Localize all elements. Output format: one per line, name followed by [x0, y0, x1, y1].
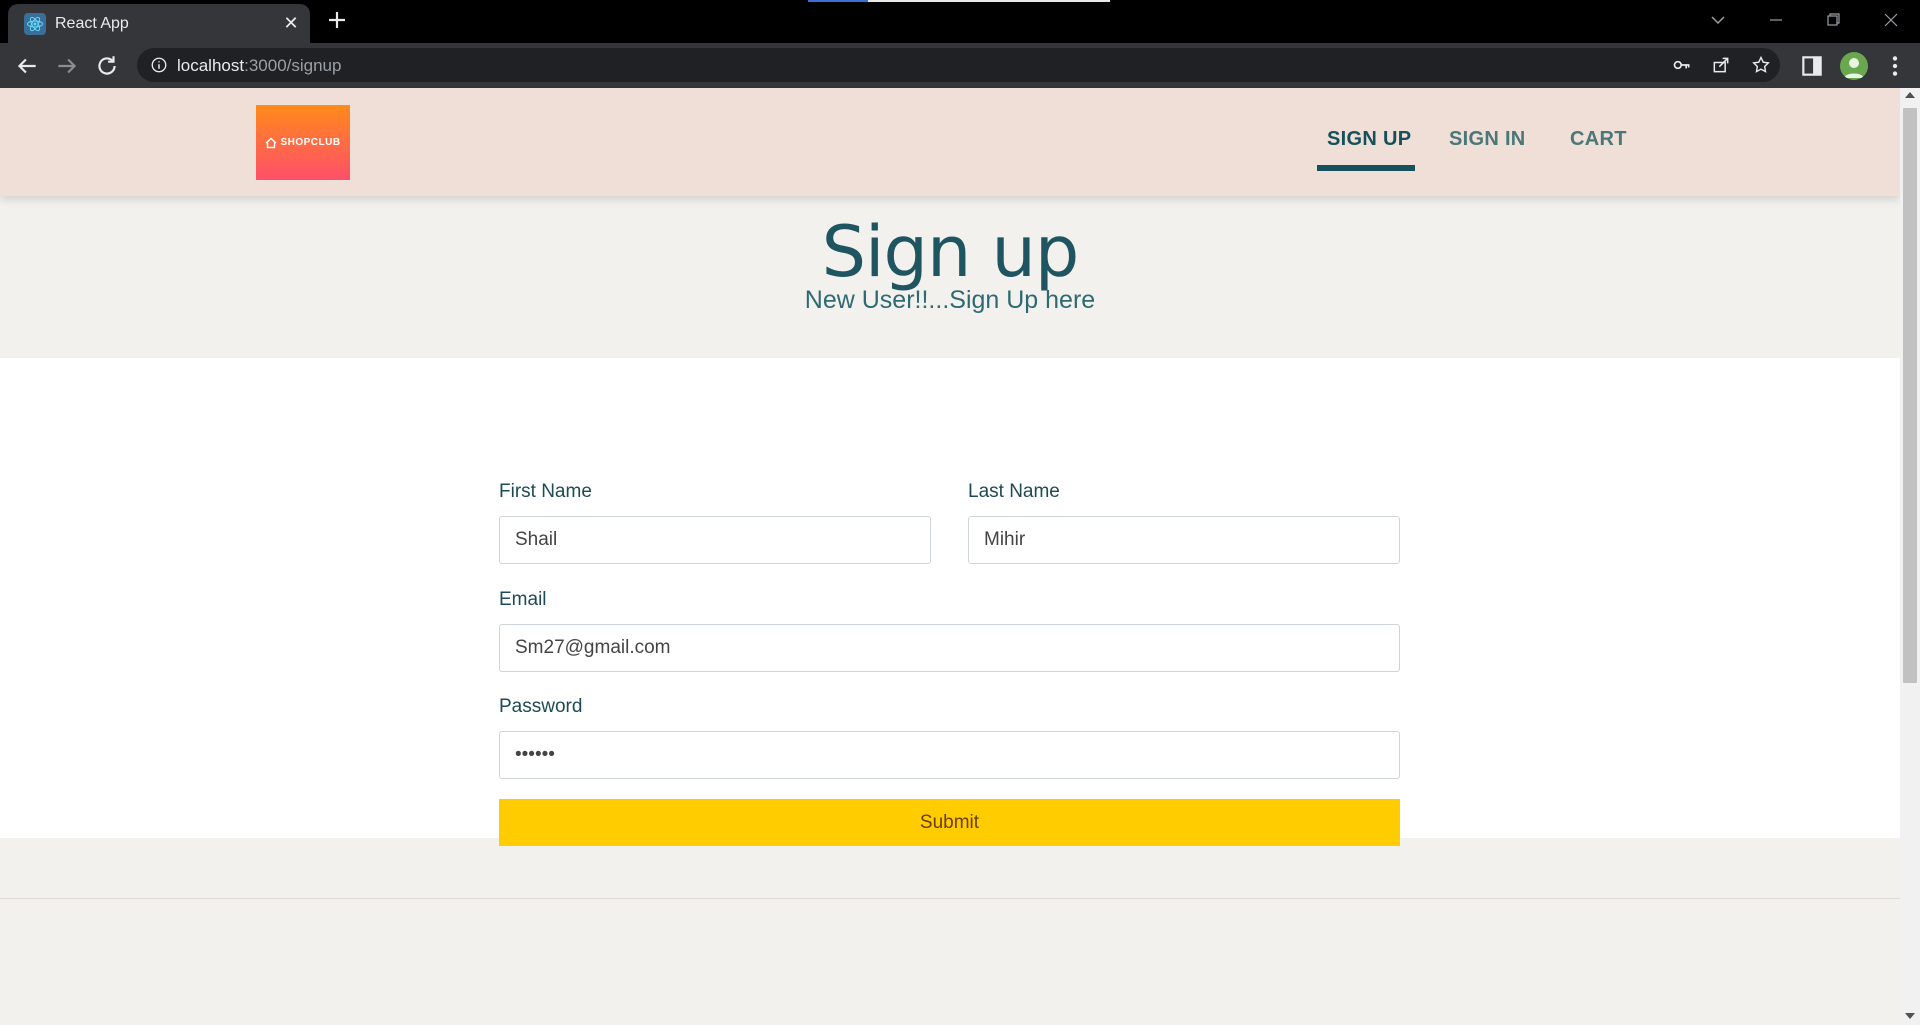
- browser-tab[interactable]: React App ✕: [8, 4, 310, 43]
- browser-toolbar: localhost:3000/signup: [0, 43, 1920, 88]
- tab-title: React App: [55, 15, 129, 32]
- page-title: Sign up: [821, 211, 1080, 293]
- reload-icon[interactable]: [94, 53, 120, 79]
- tab-search-chevron-icon[interactable]: [1703, 8, 1733, 32]
- browser-tab-strip: React App ✕: [0, 0, 1920, 43]
- logo-text: SHOPCLUB: [280, 137, 341, 148]
- house-logo-icon: [265, 137, 277, 148]
- nav-sign-up[interactable]: SIGN UP: [1327, 128, 1411, 151]
- key-icon[interactable]: [1672, 55, 1692, 75]
- url-text[interactable]: localhost:3000/signup: [177, 56, 341, 76]
- scroll-up-arrow-icon[interactable]: [1905, 92, 1915, 98]
- url-path: :3000/signup: [244, 56, 342, 75]
- last-name-label: Last Name: [968, 481, 1060, 502]
- profile-avatar[interactable]: [1840, 52, 1868, 80]
- scrollbar-thumb[interactable]: [1903, 108, 1917, 683]
- tab-close-icon[interactable]: ✕: [280, 12, 302, 34]
- first-name-field[interactable]: [499, 516, 931, 564]
- restore-icon[interactable]: [1818, 8, 1848, 32]
- shopclub-logo[interactable]: SHOPCLUB: [256, 105, 350, 180]
- loading-indicator: [808, 0, 868, 2]
- minimize-icon[interactable]: [1761, 8, 1791, 32]
- first-name-label: First Name: [499, 481, 592, 502]
- email-field[interactable]: [499, 624, 1400, 672]
- back-arrow-icon[interactable]: [14, 53, 40, 79]
- scroll-down-arrow-icon[interactable]: [1905, 1013, 1915, 1019]
- signup-form: First Name Last Name Email Password Subm…: [0, 358, 1900, 846]
- site-info-icon[interactable]: [150, 56, 168, 74]
- more-menu-icon[interactable]: [1882, 53, 1908, 79]
- new-tab-plus-icon[interactable]: [325, 8, 349, 32]
- submit-button[interactable]: Submit: [499, 799, 1400, 846]
- password-field[interactable]: [499, 731, 1400, 779]
- profile-person-icon: [1844, 58, 1864, 78]
- react-favicon-icon: [24, 13, 46, 35]
- password-label: Password: [499, 696, 583, 717]
- page-viewport: SHOPCLUB SIGN UP SIGN IN CART Sign up Ne…: [0, 88, 1900, 1025]
- share-icon[interactable]: [1711, 55, 1731, 75]
- nav-active-indicator: [1317, 165, 1415, 171]
- close-window-icon[interactable]: [1876, 8, 1906, 32]
- page-subtitle: New User!!...Sign Up here: [804, 286, 1096, 314]
- page-scrollbar[interactable]: [1900, 88, 1920, 1025]
- forward-arrow-icon[interactable]: [54, 53, 80, 79]
- bookmark-star-icon[interactable]: [1751, 55, 1771, 75]
- email-label: Email: [499, 589, 547, 610]
- footer-divider: [0, 898, 1900, 899]
- nav-cart[interactable]: CART: [1570, 128, 1627, 151]
- nav-sign-in[interactable]: SIGN IN: [1449, 128, 1526, 151]
- last-name-field[interactable]: [968, 516, 1400, 564]
- side-panel-icon[interactable]: [1799, 53, 1825, 79]
- url-host: localhost: [177, 56, 245, 75]
- site-header: SHOPCLUB SIGN UP SIGN IN CART: [0, 88, 1900, 196]
- loading-indicator-track: [868, 0, 1110, 2]
- address-bar[interactable]: localhost:3000/signup: [137, 48, 1780, 82]
